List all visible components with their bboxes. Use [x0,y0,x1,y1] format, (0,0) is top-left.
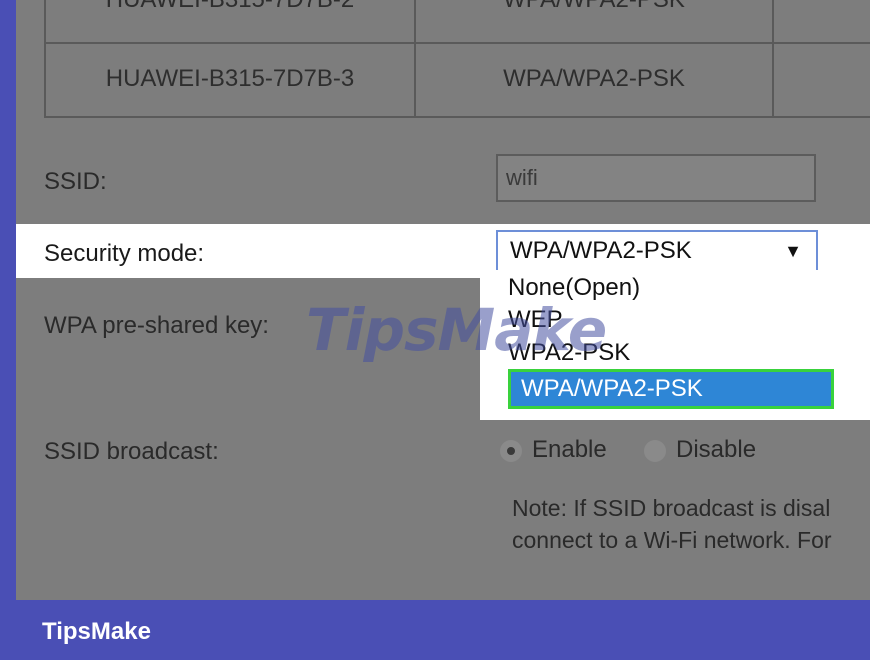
ssid-broadcast-label: SSID broadcast: [44,438,219,465]
option-wpa-wpa2-psk[interactable]: WPA/WPA2-PSK [508,369,834,409]
disable-radio[interactable] [644,440,666,462]
security-mode-selected: WPA/WPA2-PSK [510,237,692,264]
table-row: HUAWEI-B315-7D7B-3 WPA/WPA2-PSK [46,42,870,118]
broadcast-note: Note: If SSID broadcast is disal connect… [512,492,870,556]
security-mode-select[interactable]: WPA/WPA2-PSK ▼ [496,230,818,272]
ssid-label: SSID: [44,168,107,195]
watermark: TipsMake [306,296,607,364]
table-row: HUAWEI-B315-7D7B-2 WPA/WPA2-PSK [46,0,870,44]
security-mode-label: Security mode: [44,240,205,267]
security-cell: WPA/WPA2-PSK [416,0,774,42]
disable-label: Disable [676,436,757,463]
ssid-cell: HUAWEI-B315-7D7B-2 [46,0,416,42]
brand-logo-text: TipsMake [42,618,151,645]
note-line-1: Note: If SSID broadcast is disal [512,495,831,521]
wifi-settings-panel: HUAWEI-B315-7D7B-2 WPA/WPA2-PSK HUAWEI-B… [16,0,870,600]
ssid-table: HUAWEI-B315-7D7B-2 WPA/WPA2-PSK HUAWEI-B… [44,0,870,118]
chevron-down-icon[interactable]: ▼ [784,232,802,270]
empty-cell [774,42,870,116]
empty-cell [774,0,870,42]
enable-radio[interactable] [500,440,522,462]
wpa-key-label: WPA pre-shared key: [44,312,269,339]
note-line-2: connect to a Wi-Fi network. For [512,527,832,553]
security-cell: WPA/WPA2-PSK [416,42,774,116]
enable-label: Enable [532,436,607,463]
ssid-cell: HUAWEI-B315-7D7B-3 [46,42,416,116]
ssid-input[interactable]: wifi [496,154,816,202]
